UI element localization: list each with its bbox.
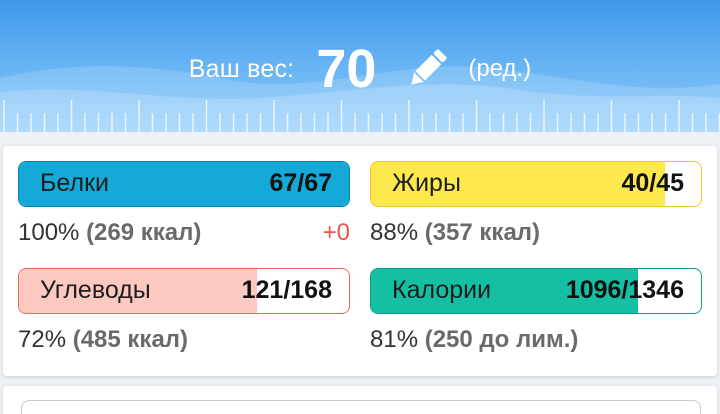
macro-name-carbs: Углеводы <box>40 276 151 304</box>
macro-fat[interactable]: Жиры 40/45 88% (357 ккал) <box>370 161 702 247</box>
macro-kcal-protein: (269 ккал) <box>86 219 202 246</box>
macro-name-calories: Калории <box>392 276 492 304</box>
macro-value-protein: 67/67 <box>269 169 332 197</box>
macro-name-fat: Жиры <box>392 169 461 197</box>
weight-header: Ваш вес: 70 (ред.) <box>0 0 720 132</box>
macro-summary-fat: 88% (357 ккал) <box>370 219 702 247</box>
macro-protein[interactable]: Белки 67/67 100% (269 ккал) +0 <box>18 161 350 247</box>
macro-carbs[interactable]: Углеводы 121/168 72% (485 ккал) <box>18 268 350 354</box>
macro-kcal-calories: (250 до лим.) <box>424 326 579 353</box>
macro-percent-protein: 100% <box>18 219 80 246</box>
macro-value-fat: 40/45 <box>621 169 684 197</box>
next-card <box>3 386 717 414</box>
macro-bar-carbs[interactable]: Углеводы 121/168 <box>18 268 350 314</box>
macro-calories[interactable]: Калории 1096/1346 81% (250 до лим.) <box>370 268 702 354</box>
weight-label: Ваш вес: <box>188 54 295 83</box>
macro-percent-calories: 81% <box>370 326 419 353</box>
macro-kcal-fat: (357 ккал) <box>424 219 541 246</box>
macro-summary-carbs: 72% (485 ккал) <box>18 326 350 354</box>
macro-name-protein: Белки <box>40 169 109 197</box>
macro-percent-fat: 88% <box>370 219 419 246</box>
weight-value[interactable]: 70 <box>316 38 376 100</box>
macro-value-calories: 1096/1346 <box>565 276 684 304</box>
edit-weight-link[interactable]: (ред.) <box>468 55 531 83</box>
pencil-icon[interactable] <box>404 46 450 92</box>
macro-kcal-carbs: (485 ккал) <box>72 326 189 353</box>
macro-value-carbs: 121/168 <box>241 276 332 304</box>
macros-card: Белки 67/67 100% (269 ккал) +0 Жиры 40/4… <box>3 146 717 376</box>
macro-bar-fat[interactable]: Жиры 40/45 <box>370 161 702 207</box>
macro-bar-protein[interactable]: Белки 67/67 <box>18 161 350 207</box>
next-card-field[interactable] <box>21 400 701 414</box>
macro-summary-protein: 100% (269 ккал) +0 <box>18 219 350 247</box>
macro-percent-carbs: 72% <box>18 326 67 353</box>
macro-delta-protein: +0 <box>322 219 350 246</box>
macro-bar-calories[interactable]: Калории 1096/1346 <box>370 268 702 314</box>
macro-summary-calories: 81% (250 до лим.) <box>370 326 702 354</box>
